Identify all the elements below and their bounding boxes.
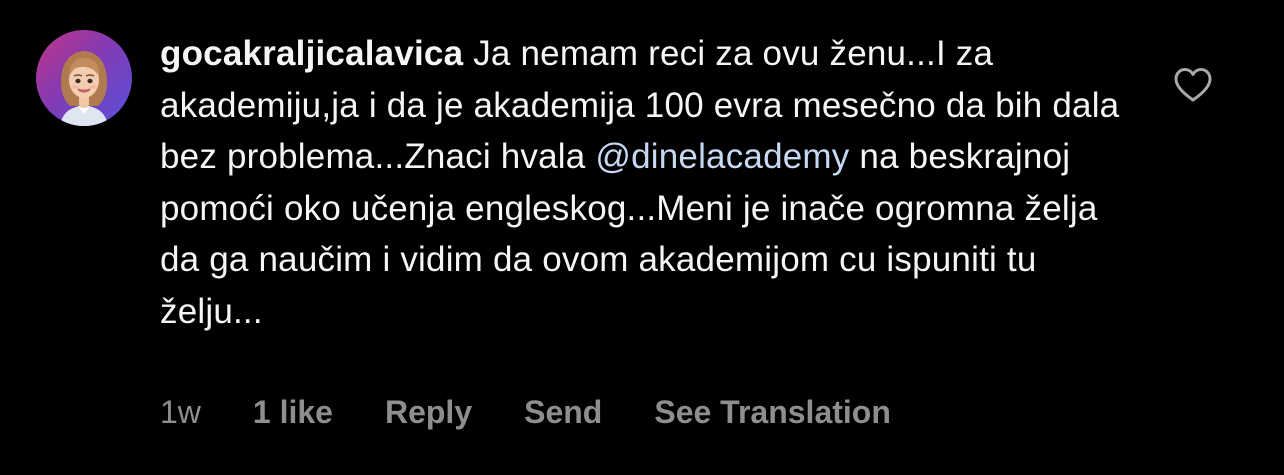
comment-item: gocakraljicalavica Ja nemam reci za ovu … [0, 0, 1284, 475]
comment-username[interactable]: gocakraljicalavica [160, 34, 463, 73]
heart-outline-icon [1174, 68, 1212, 102]
comment-timestamp: 1w [160, 393, 201, 430]
comment-mention-link[interactable]: @dinelacademy [595, 137, 849, 176]
reply-button[interactable]: Reply [385, 394, 472, 431]
likes-count-link[interactable]: 1 like [253, 394, 333, 431]
comment-actions: 1w 1 like Reply Send See Translation [160, 390, 891, 434]
avatar[interactable] [36, 30, 132, 126]
like-button[interactable] [1172, 66, 1214, 104]
comment-body: gocakraljicalavica Ja nemam reci za ovu … [160, 28, 1130, 337]
send-button[interactable]: Send [524, 394, 602, 431]
avatar-memoji-image [60, 51, 108, 126]
see-translation-button[interactable]: See Translation [654, 394, 891, 431]
